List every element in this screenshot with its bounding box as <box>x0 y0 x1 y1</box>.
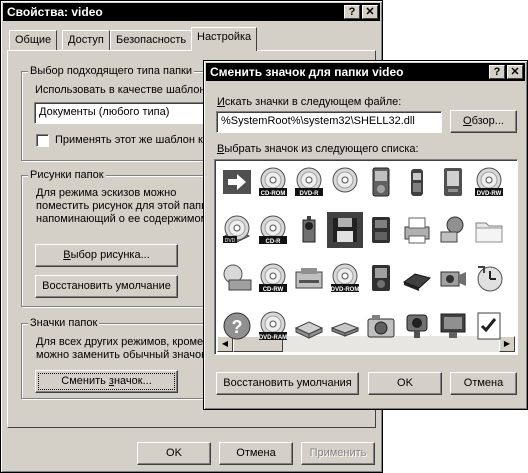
network-globe-icon[interactable] <box>437 214 469 246</box>
cell-phone-icon[interactable] <box>401 166 433 198</box>
choose-picture-button[interactable]: Выбор рисунка... <box>35 244 178 267</box>
apply-subfolders-checkbox[interactable] <box>36 134 49 147</box>
restore-defaults-button[interactable]: Восстановить умолчания <box>216 372 359 395</box>
cd-rw-icon[interactable]: CD-RW <box>257 262 289 294</box>
svg-text:DVD-RAM: DVD-RAM <box>259 335 287 341</box>
cd-r-icon[interactable]: CD-R <box>257 214 289 246</box>
folder-icons-group-label: Значки папок <box>28 317 100 329</box>
restore-default-button[interactable]: Восстановить умолчание <box>35 275 178 298</box>
digital-camera-icon[interactable] <box>365 310 397 342</box>
arrow-shortcut-icon[interactable] <box>221 166 253 198</box>
dialog-close-icon[interactable]: ✕ <box>507 65 523 79</box>
folder-pictures-desc-1: Для режима эскизов можно <box>36 187 177 199</box>
dialog-help-icon[interactable]: ? <box>489 65 505 79</box>
dvd-r-icon[interactable]: DVD-R <box>293 166 325 198</box>
help-icon[interactable]: ? <box>344 5 360 19</box>
pda-icon[interactable] <box>437 166 469 198</box>
icon-list[interactable]: ◀ ▶ CD-ROM DVD-R DVD-RW DVD CD-R CD-RW D… <box>214 159 518 355</box>
hard-drive-icon[interactable] <box>329 310 361 342</box>
svg-text:CD-RW: CD-RW <box>263 287 284 293</box>
checklist-icon[interactable] <box>473 310 505 342</box>
tape-drive-icon[interactable] <box>293 262 325 294</box>
svg-text:DVD: DVD <box>225 238 236 244</box>
change-icon-button[interactable]: Сменить значок... <box>35 370 178 393</box>
cd-rom-icon[interactable]: CD-ROM <box>257 166 289 198</box>
svg-text:DVD-ROM: DVD-ROM <box>331 287 360 293</box>
icon-list-label: Выбрать значок из следующего списка: <box>217 143 419 155</box>
dvd-drive-icon[interactable]: DVD <box>221 214 253 246</box>
close-icon[interactable]: ✕ <box>362 5 378 19</box>
memory-card-icon[interactable] <box>365 214 397 246</box>
cd-disc-icon[interactable] <box>329 166 361 198</box>
folder-pictures-group-label: Рисунки папок <box>28 169 106 181</box>
change-icon-dialog: Сменить значок для папки video ? ✕ Искат… <box>203 60 528 410</box>
cancel-button[interactable]: Отмена <box>219 442 293 465</box>
svg-text:DVD-RW: DVD-RW <box>477 191 502 197</box>
cd-drive-icon[interactable] <box>221 262 253 294</box>
svg-text:CD-R: CD-R <box>266 239 282 245</box>
folder-pictures-desc-3: напоминающий о ее содержимом. <box>36 213 212 225</box>
icon-file-input[interactable]: %SystemRoot%\system32\SHELL32.dll <box>216 111 442 133</box>
svg-text:?: ? <box>232 317 243 337</box>
removable-drive-icon[interactable] <box>401 262 433 294</box>
apply-button[interactable]: Применить <box>301 442 375 465</box>
folder-type-group-label: Выбор подходящего типа папки <box>28 65 195 77</box>
search-file-label: Искать значки в следующем файле: <box>217 96 402 108</box>
dvd-rw-icon[interactable]: DVD-RW <box>473 166 505 198</box>
browse-button[interactable]: Обзор... <box>450 110 517 133</box>
clock-icon[interactable] <box>473 262 505 294</box>
dvd-ram-icon[interactable]: DVD-RAM <box>257 310 289 342</box>
video-camera-icon[interactable] <box>437 262 469 294</box>
tab-general[interactable]: Общие <box>9 30 58 50</box>
dialog-ok-button[interactable]: OK <box>368 372 442 395</box>
tab-sharing[interactable]: Доступ <box>62 30 110 50</box>
properties-titlebar[interactable]: Свойства: video ? ✕ <box>3 3 380 21</box>
webcam-icon[interactable] <box>401 310 433 342</box>
folder-pictures-desc-2: поместить рисунок для этой папки, <box>36 200 216 212</box>
zip-drive-icon[interactable] <box>293 310 325 342</box>
use-as-template-label: Использовать в качестве шаблона: <box>35 84 215 96</box>
media-player-icon[interactable] <box>365 262 397 294</box>
tab-customize[interactable]: Настройка <box>191 27 258 51</box>
display-icon[interactable] <box>437 310 469 342</box>
dvd-rom-icon[interactable]: DVD-ROM <box>329 262 361 294</box>
mp3-player-icon[interactable] <box>365 166 397 198</box>
folder-icon[interactable] <box>473 214 505 246</box>
svg-text:DVD-R: DVD-R <box>300 191 320 197</box>
floppy-disk-icon[interactable] <box>327 212 363 248</box>
svg-text:CD-ROM: CD-ROM <box>261 191 286 197</box>
printer-icon[interactable] <box>401 214 433 246</box>
dialog-cancel-button[interactable]: Отмена <box>450 372 517 395</box>
properties-title: Свойства: video <box>7 5 103 19</box>
tab-security[interactable]: Безопасность <box>110 30 193 50</box>
ok-button[interactable]: OK <box>137 442 211 465</box>
help-icon[interactable]: ? <box>221 310 253 342</box>
change-icon-titlebar[interactable]: Сменить значок для папки video ? ✕ <box>206 63 525 81</box>
change-icon-title: Сменить значок для папки video <box>210 65 404 79</box>
camcorder-icon[interactable] <box>293 214 325 246</box>
